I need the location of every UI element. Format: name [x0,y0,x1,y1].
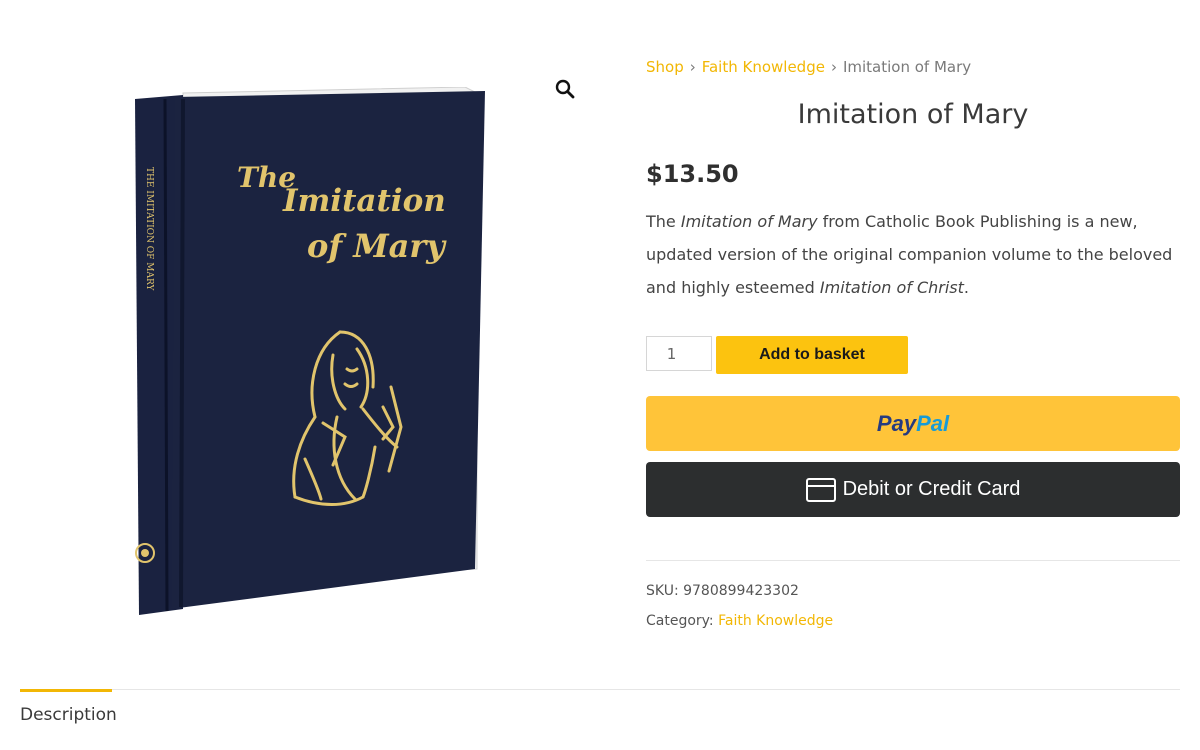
book-spine-text: THE IMITATION OF MARY [144,167,154,291]
paypal-button[interactable]: Pay Pal [646,396,1180,451]
description-text: . [963,278,969,297]
tabs-divider [20,689,1180,690]
product-image[interactable]: THE IMITATION OF MARY The Imitation of M… [125,87,495,627]
category-link[interactable]: Faith Knowledge [718,613,833,629]
book-title-line-3: of Mary [307,227,447,265]
description-text: The [646,212,681,231]
book-title-line-2: Imitation [282,183,446,219]
product-price: $13.50 [646,160,739,188]
product-title: Imitation of Mary [797,99,1029,130]
breadcrumb-faith-knowledge[interactable]: Faith Knowledge [702,58,825,76]
tab-description[interactable]: Description [20,705,117,725]
breadcrumb: Shop › Faith Knowledge › Imitation of Mary [646,58,971,76]
breadcrumb-separator: › [830,58,837,76]
product-description: The Imitation of Mary from Catholic Book… [646,205,1180,304]
paypal-logo-pay: Pay [876,410,917,436]
breadcrumb-current: Imitation of Mary [842,58,972,76]
description-emphasis: Imitation of Christ [819,278,964,297]
active-tab-indicator [20,689,112,692]
debit-credit-card-button[interactable]: Debit or Credit Card [646,462,1180,517]
product-sku: SKU: 9780899423302 [646,583,799,599]
category-label: Category: [646,613,714,629]
card-button-label: Debit or Credit Card [842,478,1021,500]
product-gallery: THE IMITATION OF MARY The Imitation of M… [20,40,600,650]
sku-value: 9780899423302 [683,583,799,599]
quantity-input[interactable] [646,336,712,371]
product-category: Category: Faith Knowledge [646,613,833,629]
divider [646,560,1180,561]
add-to-basket-button[interactable]: Add to basket [716,336,908,374]
description-emphasis: Imitation of Mary [680,212,818,231]
paypal-logo-pal: Pal [916,410,950,436]
zoom-button[interactable] [553,77,577,101]
magnifier-icon[interactable] [553,77,577,101]
sku-label: SKU: [646,583,679,599]
breadcrumb-separator: › [689,58,696,76]
credit-card-icon [805,477,836,502]
breadcrumb-shop[interactable]: Shop [646,58,684,76]
